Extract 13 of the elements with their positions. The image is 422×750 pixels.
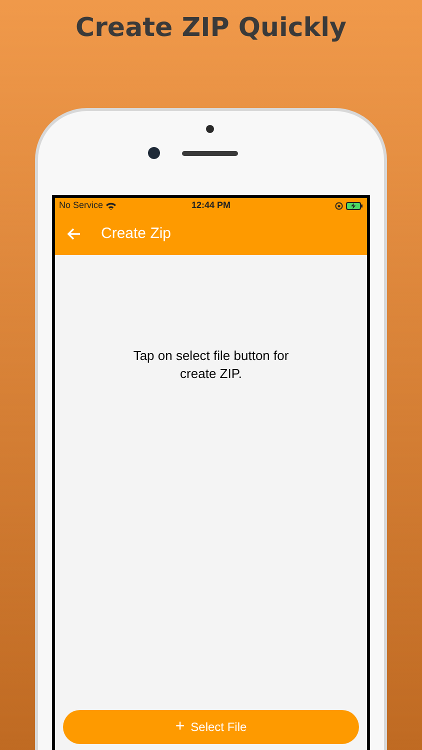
headline: Create ZIP Quickly — [76, 12, 346, 44]
instruction-text: Tap on select file button for create ZIP. — [132, 347, 290, 383]
time-text: 12:44 PM — [191, 198, 231, 212]
speaker-icon — [182, 151, 238, 156]
carrier-text: No Service — [59, 198, 104, 212]
rotation-lock-icon — [335, 202, 343, 210]
select-file-button[interactable]: + Select File — [63, 710, 359, 744]
wifi-icon — [106, 202, 116, 210]
back-arrow-icon[interactable] — [67, 228, 81, 240]
app-bar-title: Create Zip — [101, 224, 172, 244]
sensor-icon — [206, 125, 214, 133]
battery-charging-icon — [346, 202, 363, 210]
camera-icon — [148, 147, 160, 159]
